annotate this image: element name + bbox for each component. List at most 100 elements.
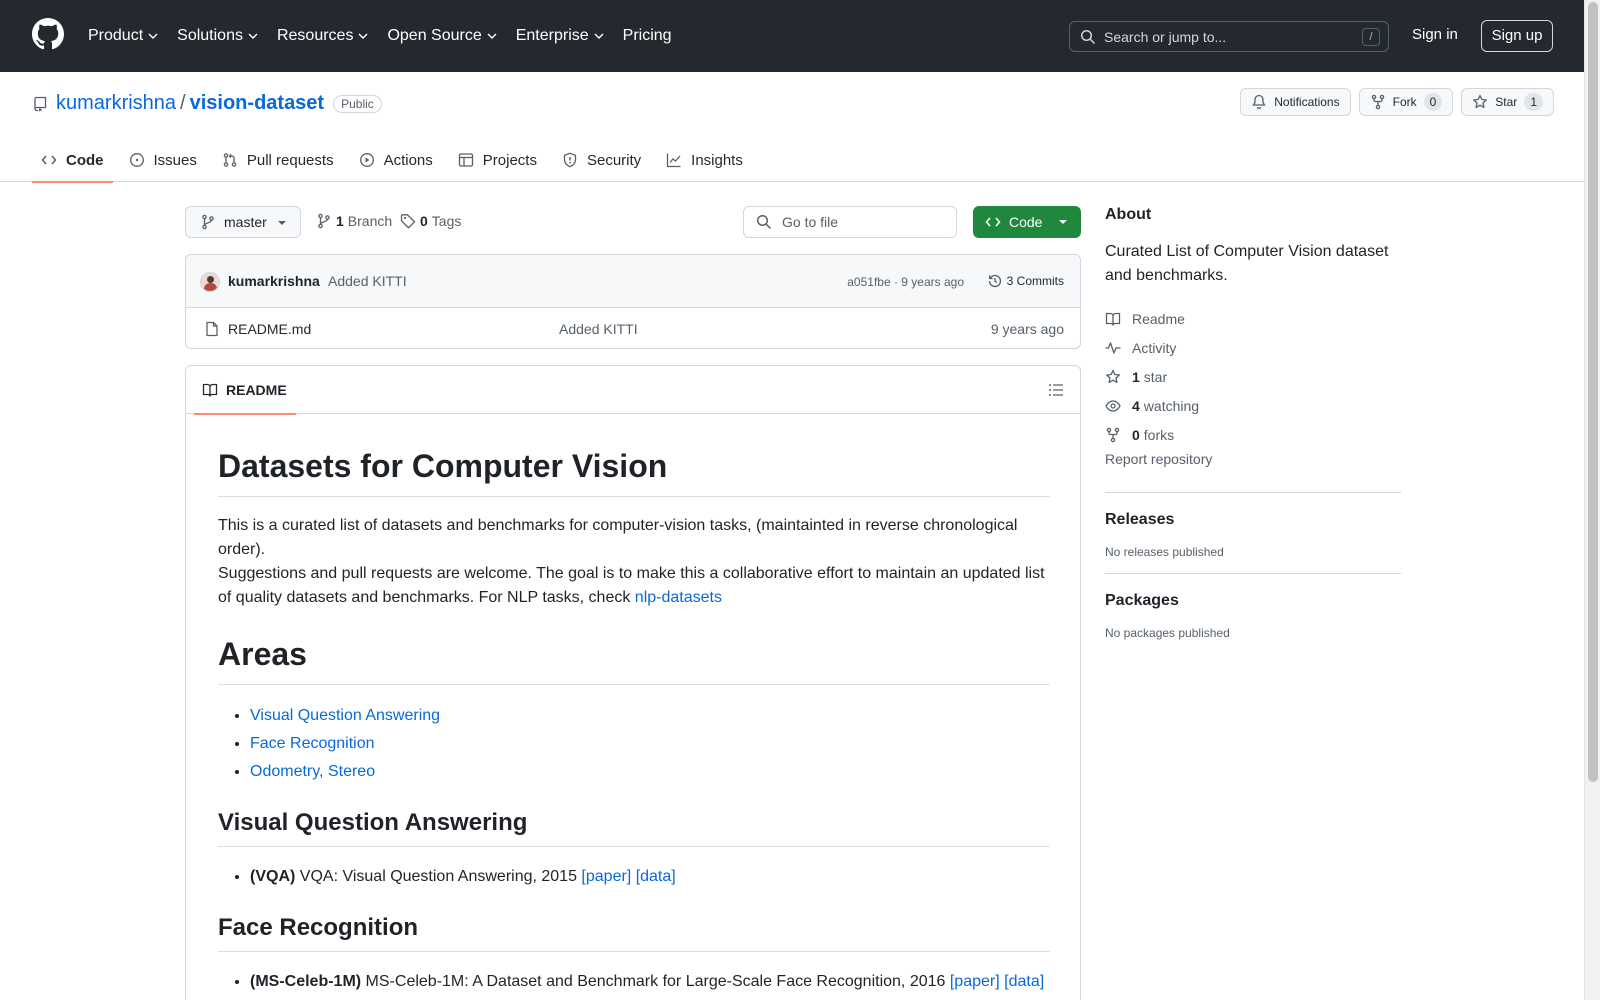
readme-tab[interactable]: README xyxy=(194,366,296,415)
commit-hash-time[interactable]: a051fbe · 9 years ago xyxy=(847,275,964,289)
nav-solutions-label: Solutions xyxy=(177,27,243,44)
nav-pricing-label: Pricing xyxy=(622,27,672,44)
tag-icon xyxy=(400,214,416,229)
forks-count: 0 xyxy=(1132,426,1140,443)
file-commit-date: 9 years ago xyxy=(990,321,1064,337)
repo-actions: Notifications Fork 0 Star 1 xyxy=(1240,88,1554,116)
notifications-button[interactable]: Notifications xyxy=(1240,88,1351,116)
nav-product[interactable]: Product xyxy=(88,24,159,48)
branch-count: 1 xyxy=(336,213,344,229)
sign-up-button[interactable]: Sign up xyxy=(1481,20,1553,52)
tab-pull-requests[interactable]: Pull requests xyxy=(213,138,343,182)
tab-issues[interactable]: Issues xyxy=(120,138,206,182)
file-toolbar: master 1 Branch 0 Tags Go to file Code xyxy=(185,206,1081,238)
star-button[interactable]: Star 1 xyxy=(1461,88,1554,116)
stars-link[interactable]: 1 star xyxy=(1105,362,1401,391)
tags-link[interactable]: 0 Tags xyxy=(400,213,461,229)
fork-label: Fork xyxy=(1392,95,1417,109)
nav-enterprise-label: Enterprise xyxy=(515,27,589,44)
nlp-datasets-link[interactable]: nlp-datasets xyxy=(635,589,722,606)
tab-code[interactable]: Code xyxy=(32,138,113,183)
scrollbar-thumb[interactable] xyxy=(1588,2,1598,782)
sign-in-link[interactable]: Sign in xyxy=(1412,26,1458,43)
releases-heading[interactable]: Releases xyxy=(1105,511,1401,529)
readme-link[interactable]: Readme xyxy=(1105,304,1401,333)
star-icon xyxy=(1473,94,1488,109)
branches-link[interactable]: 1 Branch xyxy=(316,213,392,229)
global-nav: Product Solutions Resources Open Source … xyxy=(88,24,690,48)
list-item: Odometry, Stereo xyxy=(250,758,1050,786)
tab-insights[interactable]: Insights xyxy=(657,138,752,182)
code-button-label: Code xyxy=(1009,214,1043,230)
nav-solutions[interactable]: Solutions xyxy=(177,24,259,48)
packages-heading[interactable]: Packages xyxy=(1105,592,1401,610)
page-scrollbar[interactable] xyxy=(1584,0,1600,1000)
github-logo-icon[interactable] xyxy=(32,18,64,50)
tab-insights-label: Insights xyxy=(691,151,743,169)
nav-resources[interactable]: Resources xyxy=(277,24,369,48)
areas-heading: Areas xyxy=(218,634,1050,685)
vqa-list: (VQA) VQA: Visual Question Answering, 20… xyxy=(218,863,1050,891)
packages-empty-text: No packages published xyxy=(1105,626,1230,640)
chevron-down-icon xyxy=(248,33,258,39)
forks-link[interactable]: 0 forks xyxy=(1105,420,1401,449)
code-icon xyxy=(41,155,57,165)
vqa-heading: Visual Question Answering xyxy=(218,808,1050,847)
file-commit-message-link[interactable]: Added KITTI xyxy=(559,321,638,337)
tab-projects[interactable]: Projects xyxy=(449,138,546,182)
tab-actions[interactable]: Actions xyxy=(350,138,442,182)
list-unordered-icon[interactable] xyxy=(1048,382,1064,398)
fork-icon xyxy=(1371,94,1384,110)
branch-select-button[interactable]: master xyxy=(185,206,301,238)
nav-pricing[interactable]: Pricing xyxy=(623,24,672,48)
data-link[interactable]: [data] xyxy=(1004,973,1044,990)
avatar[interactable] xyxy=(200,272,220,292)
watchers-link[interactable]: 4 watching xyxy=(1105,391,1401,420)
go-to-file-input[interactable]: Go to file xyxy=(743,206,957,238)
data-link[interactable]: [data] xyxy=(636,868,676,885)
list-item: (VQA) VQA: Visual Question Answering, 20… xyxy=(250,863,1050,891)
repo-path-separator: / xyxy=(180,92,186,114)
area-link-vqa[interactable]: Visual Question Answering xyxy=(250,707,440,724)
activity-link[interactable]: Activity xyxy=(1105,333,1401,362)
global-search-input[interactable]: Search or jump to... / xyxy=(1069,21,1389,52)
paper-link[interactable]: [paper] xyxy=(950,973,1000,990)
commits-count-label: 3 Commits xyxy=(1006,274,1064,288)
code-icon xyxy=(985,217,1001,227)
area-link-odometry-stereo[interactable]: Odometry, Stereo xyxy=(250,763,375,780)
shield-icon xyxy=(563,152,577,168)
commit-message-link[interactable]: Added KITTI xyxy=(328,273,407,289)
repo-description: Curated List of Computer Vision dataset … xyxy=(1105,243,1389,284)
readme-title: Datasets for Computer Vision xyxy=(218,446,1050,497)
git-branch-icon xyxy=(318,213,330,229)
repo-icon xyxy=(34,96,47,111)
go-to-file-placeholder: Go to file xyxy=(782,214,839,230)
commit-author-link[interactable]: kumarkrishna xyxy=(228,273,320,289)
repo-owner-link[interactable]: kumarkrishna xyxy=(56,92,176,115)
tab-security[interactable]: Security xyxy=(553,138,650,182)
chevron-down-icon xyxy=(358,33,368,39)
fork-button[interactable]: Fork 0 xyxy=(1358,88,1454,116)
readme-header: README xyxy=(186,366,1080,415)
commits-history-link[interactable]: 3 Commits xyxy=(987,273,1064,289)
nav-open-source[interactable]: Open Source xyxy=(387,24,497,48)
nav-enterprise[interactable]: Enterprise xyxy=(516,24,605,48)
avatar-head-shape xyxy=(207,276,214,283)
releases-section: Releases No releases published xyxy=(1105,493,1401,559)
readme-intro-line1: This is a curated list of datasets and b… xyxy=(218,517,1018,558)
report-repository-link[interactable]: Report repository xyxy=(1105,451,1401,478)
file-name-link[interactable]: README.md xyxy=(228,321,311,337)
code-dropdown-button[interactable]: Code xyxy=(973,206,1081,238)
search-shortcut-key: / xyxy=(1362,28,1380,46)
search-icon xyxy=(756,214,772,230)
file-row[interactable]: README.md Added KITTI 9 years ago xyxy=(186,308,1080,348)
paper-link[interactable]: [paper] xyxy=(581,868,631,885)
nav-resources-label: Resources xyxy=(276,27,354,44)
repo-name-link[interactable]: vision-dataset xyxy=(190,92,324,115)
readme-link-label: Readme xyxy=(1132,310,1185,327)
nav-product-label: Product xyxy=(88,27,144,44)
avatar-body-shape xyxy=(204,283,217,291)
area-link-face-recognition[interactable]: Face Recognition xyxy=(250,735,375,752)
fork-count: 0 xyxy=(1423,93,1443,111)
latest-commit-row: kumarkrishna Added KITTI a051fbe · 9 yea… xyxy=(186,255,1080,308)
